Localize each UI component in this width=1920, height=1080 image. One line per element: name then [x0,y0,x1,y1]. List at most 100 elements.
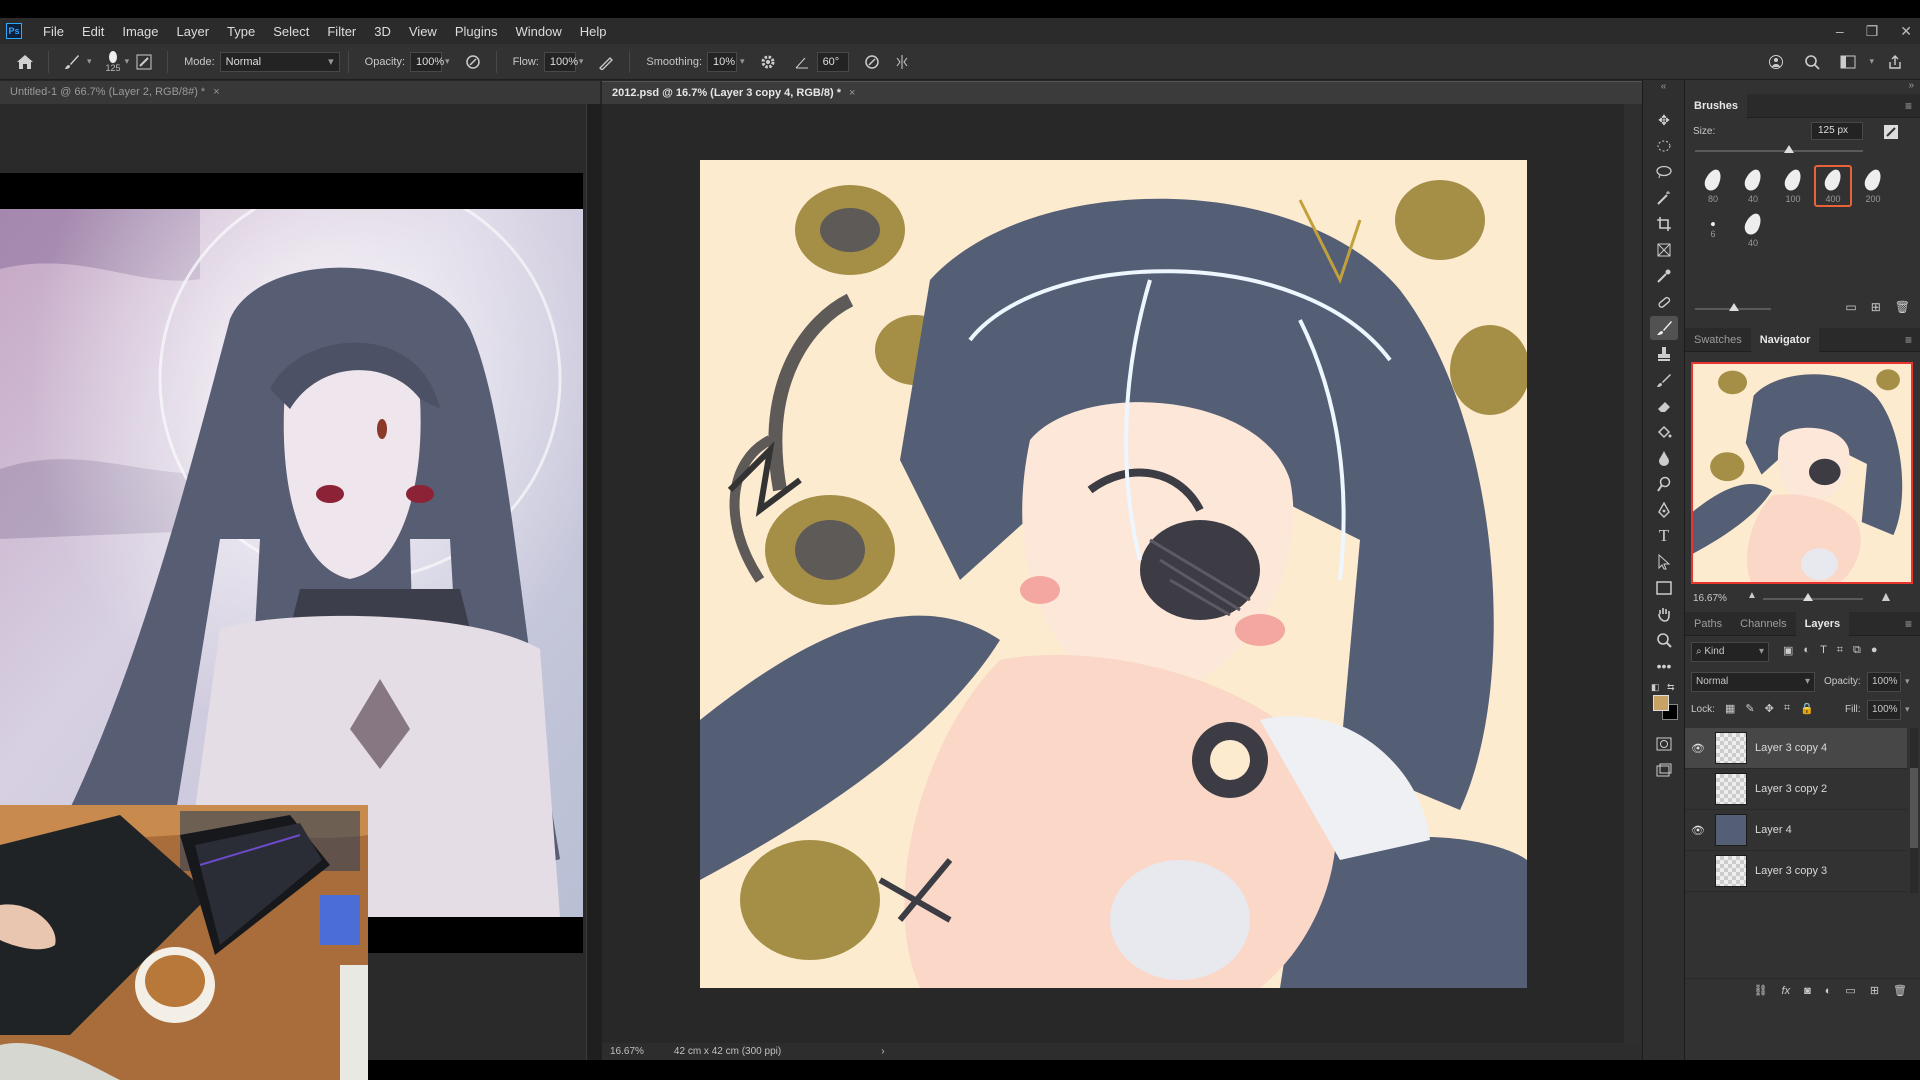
menu-layer[interactable]: Layer [168,24,219,39]
tab-channels[interactable]: Channels [1731,612,1795,636]
flow-input[interactable]: 100% [543,51,578,72]
menu-filter[interactable]: Filter [318,24,365,39]
zoom-tool-icon[interactable] [1650,628,1678,652]
filter-pixel-icon[interactable]: ▣ [1783,644,1793,657]
filter-adjustment-icon[interactable]: ◐ [1803,644,1810,657]
pen-tool-icon[interactable] [1650,498,1678,522]
layer-style-icon[interactable]: fx [1782,985,1791,997]
brush-size-slider-thumb[interactable] [1784,145,1795,153]
layer-row[interactable]: 👁 Layer 3 copy 4 [1685,728,1907,769]
menu-file[interactable]: File [34,24,73,39]
restore-button[interactable]: ❐ [1866,23,1879,40]
menu-3d[interactable]: 3D [365,24,400,39]
tab-2012-psd[interactable]: 2012.psd @ 16.7% (Layer 3 copy 4, RGB/8)… [602,81,1642,104]
delete-layer-icon[interactable]: 🗑 [1893,984,1907,997]
lock-artboard-icon[interactable]: ⌗ [1784,702,1790,715]
opacity-input[interactable]: 100% [410,51,444,72]
swap-colors-icon[interactable]: ⇆ [1667,682,1675,693]
status-menu-arrow[interactable]: › [881,1046,884,1057]
blur-tool-icon[interactable] [1650,446,1678,470]
brush-size-slider[interactable] [1695,145,1863,153]
mode-select[interactable]: Normal ▾ [219,51,340,72]
brush-preset[interactable]: 80 [1694,165,1732,207]
layer-opacity-input[interactable]: 100% [1867,672,1901,692]
history-brush-tool-icon[interactable] [1650,368,1678,392]
brush-preset[interactable]: 40 [1734,209,1772,251]
brush-preset-selected[interactable]: 400 [1814,165,1852,207]
layers-scrollbar[interactable] [1910,728,1918,893]
lock-transparency-icon[interactable]: ▦ [1725,702,1735,715]
lock-position-icon[interactable]: ✥ [1765,702,1774,715]
pane-splitter[interactable] [586,104,602,1060]
symmetry-icon[interactable] [891,51,913,73]
status-zoom[interactable]: 16.67% [610,1046,644,1057]
search-icon[interactable] [1801,51,1823,73]
more-tools-icon[interactable]: ••• [1650,654,1678,678]
tab-untitled-1[interactable]: Untitled-1 @ 66.7% (Layer 2, RGB/8#) * × [0,81,600,104]
new-group-icon[interactable]: ▭ [1845,984,1855,997]
lock-all-icon[interactable]: 🔒 [1800,702,1814,715]
vertical-scrollbar[interactable] [1624,104,1642,1044]
hand-tool-icon[interactable] [1650,602,1678,626]
chevron-down-icon[interactable]: ▾ [445,56,450,67]
brush-preset[interactable]: 200 [1854,165,1892,207]
eye-icon[interactable]: 👁 [1687,824,1709,837]
share-icon[interactable] [1884,51,1906,73]
menu-type[interactable]: Type [218,24,264,39]
brush-preset[interactable]: 100 [1774,165,1812,207]
paint-bucket-tool-icon[interactable] [1650,420,1678,444]
type-tool-icon[interactable]: T [1650,524,1678,548]
delete-brush-icon[interactable]: 🗑 [1895,300,1910,314]
brush-tool-icon[interactable] [1650,316,1678,340]
zoom-out-icon[interactable]: ▲ [1747,590,1757,601]
chevron-down-icon[interactable]: ▾ [1905,704,1910,715]
foreground-color-swatch[interactable] [1653,695,1669,711]
path-selection-tool-icon[interactable] [1650,550,1678,574]
close-window-button[interactable]: ✕ [1900,23,1912,40]
new-brush-icon[interactable]: ⊞ [1871,300,1881,314]
frame-tool-icon[interactable] [1650,238,1678,262]
preview-size-slider-thumb[interactable] [1729,303,1739,311]
collapse-toolbar-icon[interactable]: « [1643,80,1684,106]
rectangle-tool-icon[interactable] [1650,576,1678,600]
add-mask-icon[interactable]: ◙ [1804,985,1811,997]
brush-preset[interactable]: 6 [1694,209,1732,251]
filter-toggle-icon[interactable]: ● [1871,644,1878,657]
brush-settings-toggle-icon[interactable] [133,51,155,73]
layer-filter-select[interactable]: ⌕ Kind ▾ [1691,642,1769,662]
new-layer-icon[interactable]: ⊞ [1870,984,1879,997]
clone-stamp-tool-icon[interactable] [1650,342,1678,366]
link-layers-icon[interactable]: ⛓ [1754,984,1768,997]
menu-help[interactable]: Help [571,24,616,39]
dodge-tool-icon[interactable] [1650,472,1678,496]
zoom-in-icon[interactable]: ▲ [1879,588,1893,604]
collapse-panels-icon[interactable]: » [1685,80,1920,94]
chevron-down-icon[interactable]: ▾ [1905,676,1910,687]
minimize-button[interactable]: – [1836,23,1844,39]
quick-mask-icon[interactable] [1650,732,1678,756]
menu-view[interactable]: View [400,24,446,39]
pressure-opacity-icon[interactable] [462,51,484,73]
tab-layers[interactable]: Layers [1795,611,1850,636]
brush-size-input[interactable]: 125 px [1811,122,1863,140]
brush-tool-preset-icon[interactable] [61,51,83,73]
chevron-down-icon[interactable]: ▾ [579,56,584,67]
lasso-tool-icon[interactable] [1650,160,1678,184]
canvas-artwork[interactable] [700,160,1527,988]
move-tool-icon[interactable]: ✥ [1650,108,1678,132]
brush-preset[interactable]: 40 [1734,165,1772,207]
lock-pixels-icon[interactable]: ✎ [1745,702,1754,715]
menu-image[interactable]: Image [113,24,167,39]
tab-brushes[interactable]: Brushes [1685,93,1748,118]
navigator-zoom-slider[interactable] [1763,593,1863,601]
navigator-preview[interactable] [1691,362,1913,584]
layer-row[interactable]: Layer 3 copy 2 [1685,769,1907,810]
gear-icon[interactable] [757,51,779,73]
preview-size-slider[interactable] [1695,303,1771,311]
layer-row[interactable]: 👁 Layer 4 [1685,810,1907,851]
chevron-down-icon[interactable]: ▾ [740,56,745,67]
filter-type-icon[interactable]: T [1820,644,1827,657]
adjustment-layer-icon[interactable]: ◐ [1825,985,1832,997]
blend-mode-select[interactable]: Normal ▾ [1691,672,1815,692]
panel-menu-icon[interactable]: ≡ [1905,99,1912,113]
